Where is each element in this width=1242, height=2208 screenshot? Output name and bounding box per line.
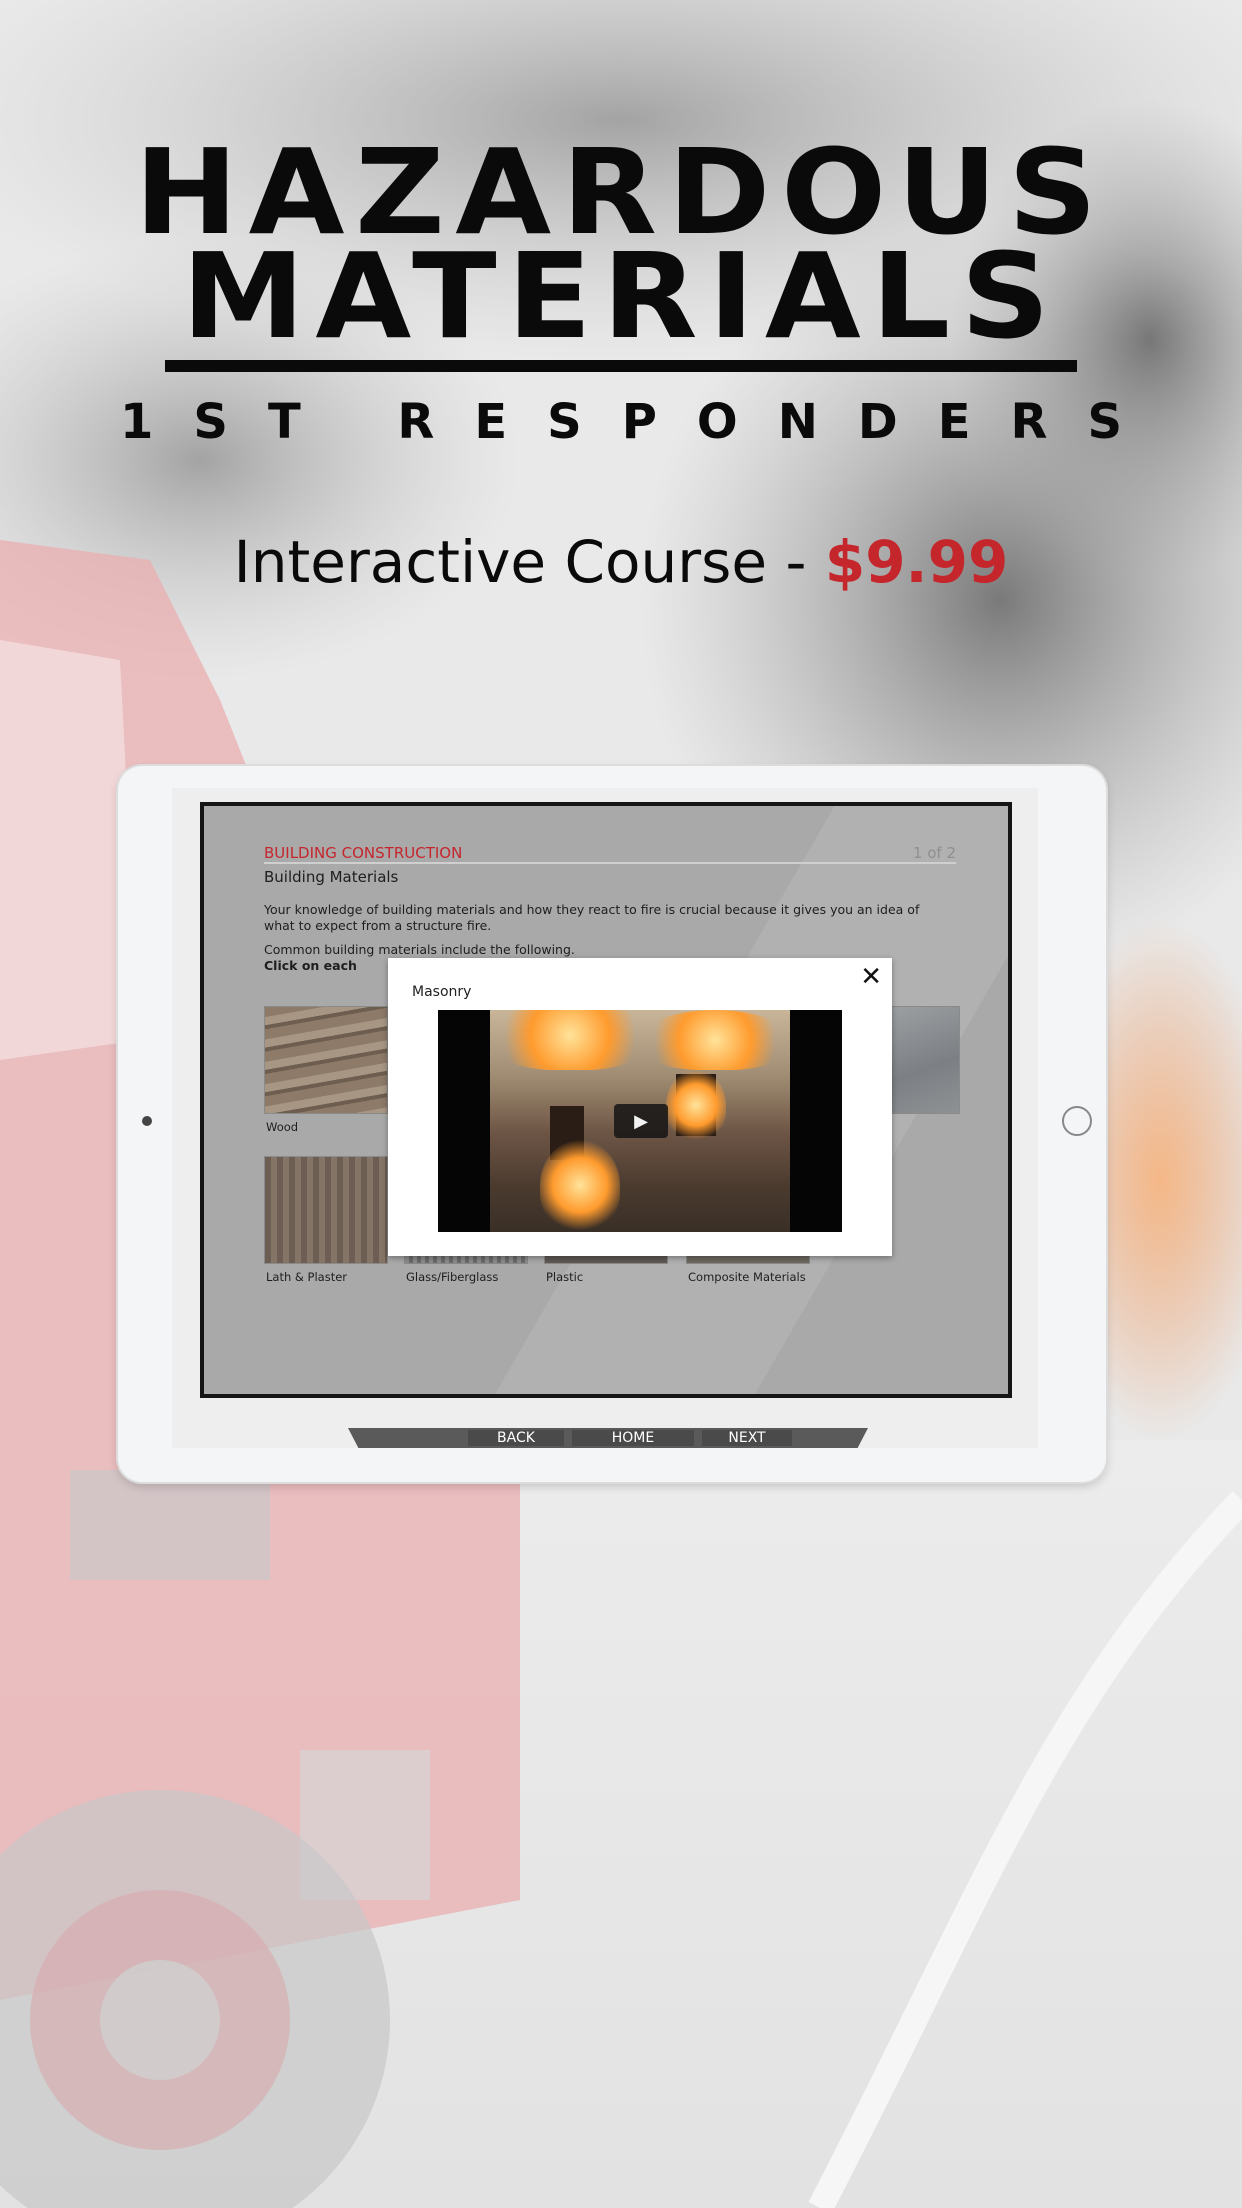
- course-label: Interactive Course -: [233, 528, 825, 596]
- tablet-screen: BUILDING CONSTRUCTION 1 of 2 Building Ma…: [172, 788, 1038, 1448]
- course-offer: Interactive Course - $9.99: [0, 528, 1242, 596]
- fire-glow: [640, 1010, 790, 1070]
- camera-icon: [142, 1116, 152, 1126]
- thumbnail-label: Wood: [266, 1120, 299, 1134]
- page-indicator: 1 of 2: [912, 844, 956, 862]
- lath-plaster-image: [264, 1156, 388, 1264]
- lesson-subtitle: Building Materials: [264, 868, 399, 886]
- title-materials: MATERIALS: [181, 227, 1061, 365]
- back-button[interactable]: BACK: [468, 1430, 564, 1446]
- play-icon[interactable]: ▶: [614, 1104, 668, 1138]
- video-modal: Masonry ✕ ▶: [388, 958, 892, 1256]
- course-price: $9.99: [824, 528, 1009, 596]
- lesson-paragraph: Common building materials include the fo…: [264, 942, 575, 957]
- lesson-panel: BUILDING CONSTRUCTION 1 of 2 Building Ma…: [200, 802, 1012, 1398]
- lesson-header: BUILDING CONSTRUCTION 1 of 2: [264, 844, 956, 864]
- fire-glow: [540, 1140, 620, 1230]
- fire-glow: [666, 1070, 726, 1140]
- thumbnail-wood[interactable]: Wood: [264, 1006, 388, 1134]
- home-button[interactable]: HOME: [572, 1430, 694, 1446]
- title-subtitle: 1ST RESPONDERS: [119, 394, 1163, 450]
- video-player[interactable]: ▶: [438, 1010, 842, 1232]
- fire-glow: [490, 1010, 650, 1070]
- thumbnail-label: Composite Materials: [688, 1270, 806, 1284]
- app-title-block: HAZARDOUS MATERIALS 1ST RESPONDERS: [0, 133, 1242, 450]
- wood-image: [264, 1006, 388, 1114]
- thumbnail-label: Lath & Plaster: [266, 1270, 348, 1284]
- close-icon[interactable]: ✕: [860, 964, 882, 990]
- thumbnail-lath-plaster[interactable]: Lath & Plaster: [264, 1156, 388, 1284]
- section-title: BUILDING CONSTRUCTION: [264, 844, 463, 862]
- lesson-paragraph: Your knowledge of building materials and…: [264, 902, 920, 933]
- next-button[interactable]: NEXT: [702, 1430, 792, 1446]
- thumbnail-label: Glass/Fiberglass: [406, 1270, 499, 1284]
- lesson-navigation: BACK HOME NEXT: [348, 1428, 868, 1448]
- modal-title: Masonry: [412, 984, 472, 1000]
- thumbnail-label: Plastic: [546, 1270, 584, 1284]
- tablet-device: BUILDING CONSTRUCTION 1 of 2 Building Ma…: [118, 766, 1106, 1482]
- home-button-icon[interactable]: [1062, 1106, 1092, 1136]
